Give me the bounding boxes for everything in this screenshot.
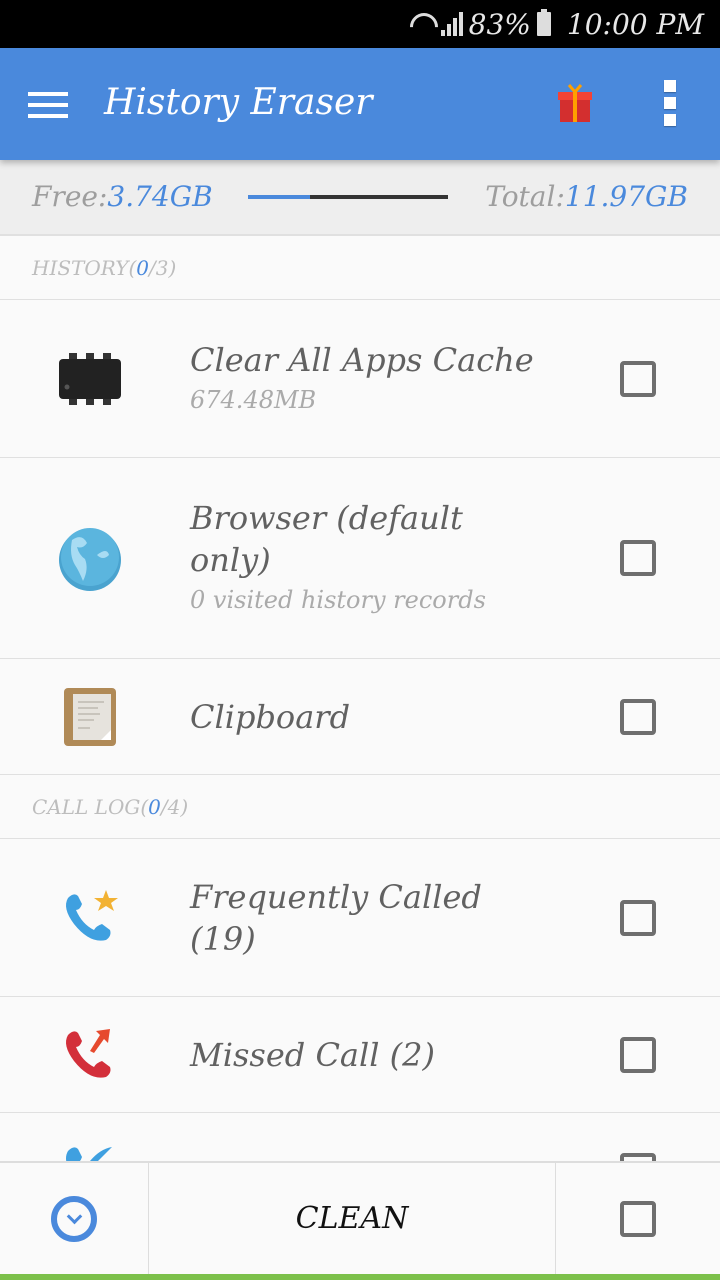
globe-icon: [56, 524, 124, 592]
total-storage: Total:11.97GB: [485, 180, 688, 213]
clock: 10:00 PM: [566, 7, 704, 41]
clipboard-icon: [56, 683, 124, 751]
app-bar: History Eraser: [0, 48, 720, 160]
storage-bar-fill: [248, 195, 310, 199]
item-checkbox[interactable]: [620, 899, 656, 936]
battery-percent: 83%: [468, 7, 531, 41]
section-label: CALL LOG: [32, 794, 141, 819]
list-item-clipboard[interactable]: Clipboard: [0, 659, 720, 775]
list-item-outgoing-call[interactable]: [0, 1113, 720, 1161]
section-selected-count: 0: [136, 255, 149, 280]
phone-star-icon: [56, 884, 124, 952]
outgoing-call-icon: [56, 1137, 124, 1161]
list-item-apps-cache[interactable]: Clear All Apps Cache 674.48MB: [0, 300, 720, 458]
gift-icon[interactable]: [556, 84, 594, 122]
storage-bar: [248, 195, 448, 199]
total-label: Total:: [485, 180, 565, 213]
chevron-down-circle-icon: [51, 1195, 97, 1242]
section-total-count: 3: [155, 255, 169, 280]
bottom-accent-line: [0, 1274, 720, 1280]
item-subtitle: 0 visited history records: [190, 586, 486, 614]
section-selected-count: 0: [148, 794, 161, 819]
item-list[interactable]: HISTORY(0/3) Clear All Apps Cache 674.48…: [0, 236, 720, 1161]
battery-icon: [536, 9, 551, 36]
list-item-missed-call[interactable]: Missed Call (2): [0, 997, 720, 1113]
chip-icon: [56, 345, 124, 413]
free-label: Free:: [32, 180, 108, 213]
list-item-browser[interactable]: Browser (default only) 0 visited history…: [0, 458, 720, 659]
select-all-area: [556, 1163, 720, 1274]
item-title: Frequently Called (19): [190, 877, 482, 958]
section-label: HISTORY: [32, 255, 129, 280]
item-checkbox[interactable]: [620, 540, 656, 576]
clean-button[interactable]: CLEAN: [149, 1163, 556, 1274]
free-storage: Free:3.74GB: [32, 180, 213, 213]
select-all-checkbox[interactable]: [620, 1200, 656, 1237]
storage-summary: Free:3.74GB Total:11.97GB: [0, 160, 720, 236]
wifi-icon: [409, 11, 435, 37]
item-title: Clipboard: [190, 697, 351, 736]
app-title: History Eraser: [104, 82, 373, 123]
item-title: Missed Call (2): [190, 1035, 435, 1074]
total-value: 11.97GB: [564, 180, 688, 213]
item-checkbox[interactable]: [620, 360, 656, 397]
status-bar: 83% 10:00 PM: [0, 0, 720, 48]
more-vert-icon[interactable]: [664, 80, 678, 126]
item-checkbox[interactable]: [620, 698, 656, 735]
signal-icon: [440, 12, 463, 36]
section-header-history: HISTORY(0/3): [0, 236, 720, 300]
item-title: Browser (default only): [190, 499, 463, 579]
menu-icon[interactable]: [28, 92, 68, 118]
bottom-action-bar: CLEAN: [0, 1161, 720, 1274]
missed-call-icon: [56, 1021, 124, 1089]
item-checkbox[interactable]: [620, 1152, 656, 1161]
free-value: 3.74GB: [107, 180, 213, 213]
expand-button[interactable]: [0, 1163, 149, 1274]
section-total-count: 4: [167, 794, 181, 819]
item-title: Clear All Apps Cache: [190, 340, 534, 379]
section-header-call-log: CALL LOG(0/4): [0, 775, 720, 839]
list-item-frequently-called[interactable]: Frequently Called (19): [0, 839, 720, 997]
item-checkbox[interactable]: [620, 1036, 656, 1073]
item-subtitle: 674.48MB: [190, 385, 317, 414]
